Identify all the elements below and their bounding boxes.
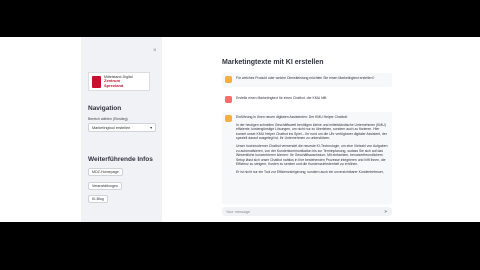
close-icon[interactable]: × bbox=[153, 48, 157, 54]
select-value: Marketingtool erstellen bbox=[92, 125, 131, 130]
logo-mark-icon bbox=[92, 75, 101, 88]
message-text: Er ist nicht nur ein Tool zur Effizienzs… bbox=[236, 169, 384, 174]
bot-avatar-icon bbox=[225, 115, 232, 122]
chat-message-assistant: Einführung in Ihren neuen digitalen Assi… bbox=[222, 112, 392, 204]
chat-message-user: Erstelle einen Marketingtext für einen C… bbox=[222, 93, 392, 107]
message-text: Für welches Produkt oder welche Dienstle… bbox=[236, 76, 375, 80]
link-ki-blog[interactable]: KI-Blog bbox=[88, 195, 108, 203]
message-text: Erstelle einen Marketingtext für einen C… bbox=[236, 96, 328, 100]
link-mdz-homepage[interactable]: MDZ-Homepage bbox=[88, 168, 123, 176]
select-label: Bereich wählen (Einstieg) bbox=[88, 117, 128, 121]
chat-input-placeholder: Your message bbox=[226, 209, 251, 214]
section-select[interactable]: Marketingtool erstellen ▾ bbox=[88, 123, 156, 132]
logo: Mittelstand-Digital Zentrum Spreeland bbox=[88, 72, 150, 91]
message-text: In der heutigen schnellen Geschäftswelt … bbox=[236, 122, 387, 141]
nav-heading: Navigation bbox=[88, 105, 122, 112]
message-text: Unser hochmoderner Chatbot verwendet die… bbox=[236, 143, 388, 167]
send-icon[interactable]: ➤ bbox=[384, 209, 388, 215]
user-avatar-icon bbox=[225, 96, 232, 103]
message-text: Einführung in Ihren neuen digitalen Assi… bbox=[236, 115, 348, 119]
page-title: Marketingtexte mit KI erstellen bbox=[222, 59, 324, 66]
info-heading: Weiterführende Infos bbox=[88, 156, 153, 163]
chat-input[interactable]: Your message ➤ bbox=[222, 207, 392, 216]
logo-line3: Spreeland bbox=[104, 82, 124, 88]
chat-message-assistant: Für welches Produkt oder welche Dienstle… bbox=[222, 73, 392, 87]
link-veranstaltungen[interactable]: Veranstaltungen bbox=[88, 182, 122, 190]
bot-avatar-icon bbox=[225, 76, 232, 83]
chevron-down-icon: ▾ bbox=[150, 126, 152, 130]
